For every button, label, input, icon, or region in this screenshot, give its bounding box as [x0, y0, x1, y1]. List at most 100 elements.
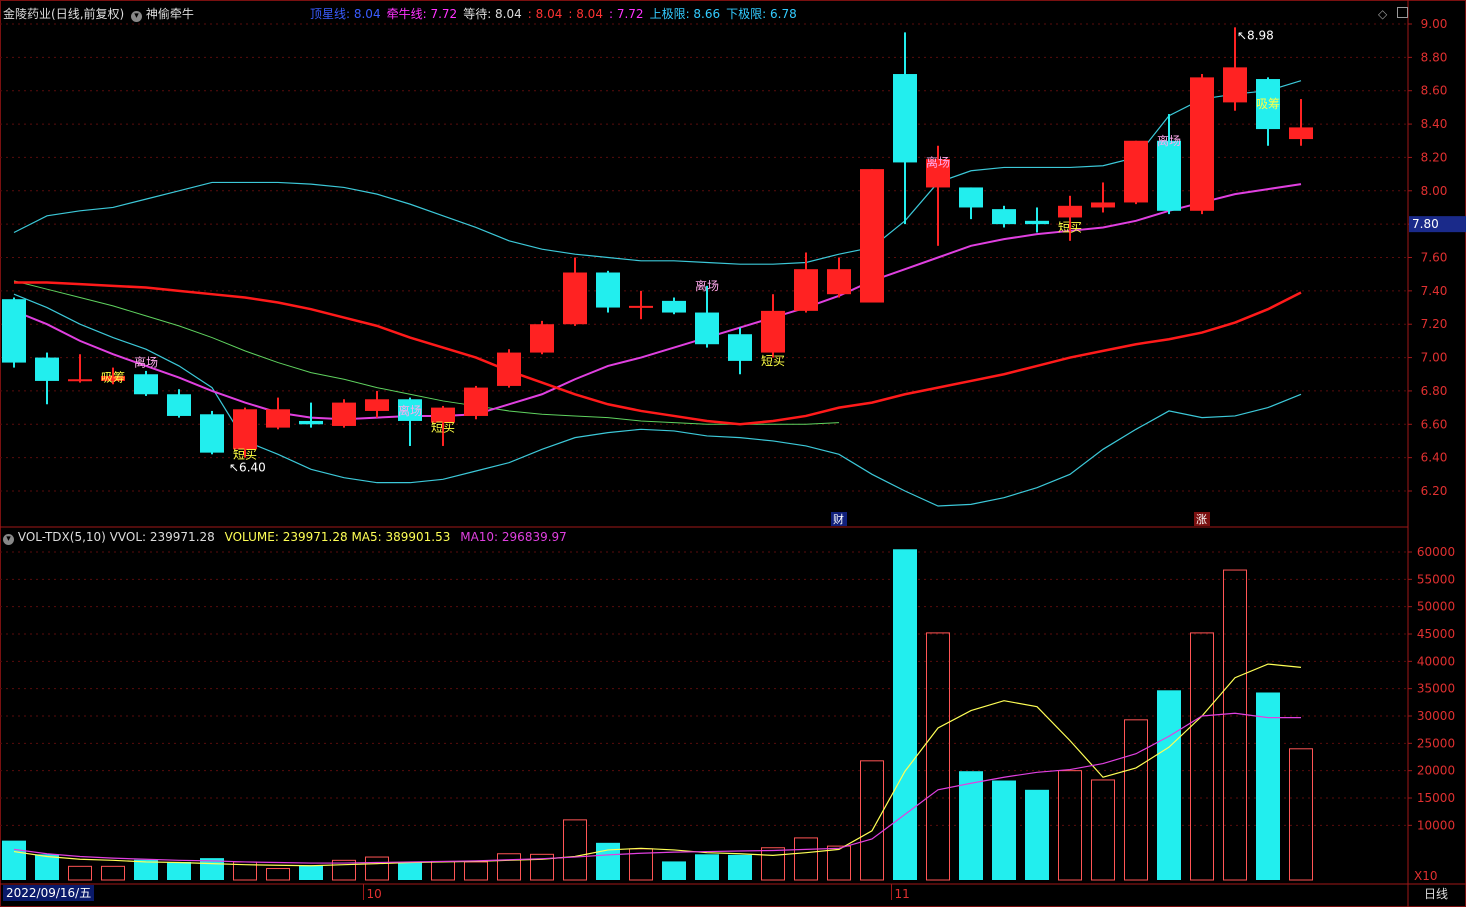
volume-bar [761, 847, 785, 881]
volume-bar [365, 856, 389, 881]
price-tick-label: 6.60 [1421, 417, 1448, 431]
indicator-dropdown-icon[interactable]: ▾ [131, 11, 143, 22]
volume-tick-label: 40000 [1417, 654, 1455, 668]
candle-body [860, 169, 884, 303]
band-lower-line [13, 293, 1302, 507]
signal-label: 短买 [1058, 220, 1082, 234]
volume-unit-label: X10 [1414, 869, 1438, 883]
volume-bar [860, 760, 884, 881]
candle-body [1223, 67, 1247, 103]
volume-tick-label: 35000 [1417, 682, 1455, 696]
indicator-readouts: 顶星线: 8.04 牵牛线: 7.72 等待: 8.04: 8.04: 8.04: … [310, 6, 803, 22]
readout-value: 6.78 [766, 7, 797, 21]
candle-body [365, 399, 389, 411]
candle-body [959, 187, 983, 208]
candle-body [35, 357, 59, 381]
readout-1: 牵牛线: 7.72 [387, 7, 458, 21]
price-tick-label: 8.20 [1421, 150, 1448, 164]
readout-6: 上极限: 8.66 [650, 7, 721, 21]
volume-tick-label: 60000 [1417, 545, 1455, 559]
high-price-label: ↖8.98 [1237, 28, 1274, 42]
candle-body [695, 312, 719, 345]
volume-tick-label: 25000 [1417, 736, 1455, 750]
volume-tick-label: 30000 [1417, 709, 1455, 723]
readout-value: 7.72 [426, 7, 458, 21]
candle-body [662, 300, 686, 313]
volume-bar [1190, 632, 1214, 881]
fin-badge: 财 [833, 512, 844, 526]
volume-bar [926, 632, 950, 881]
volume-bar [959, 771, 983, 880]
candle-body [497, 352, 521, 386]
signal-label: 离场 [1157, 133, 1181, 148]
volume-tick-label: 10000 [1417, 818, 1455, 832]
stock-chart[interactable]: 9.00 8.80 8.60 8.40 8.20 8.00 7.80 7.60 7.40 7.20… [0, 0, 1466, 907]
price-tick-label: 6.80 [1421, 384, 1448, 398]
ma10-readout: MA10: 296839.97 [460, 530, 567, 544]
volume-tick-label: 15000 [1417, 791, 1455, 805]
candle-body [1091, 202, 1115, 208]
signal-label: 离场 [695, 278, 719, 293]
candle-body [464, 387, 488, 416]
candle-body [1289, 127, 1313, 140]
diamond-icon[interactable]: ◇ [1378, 6, 1387, 22]
candle-body [563, 272, 587, 325]
stock-title: 金陵药业 [3, 7, 52, 21]
period-label: (日线,前复权) [51, 7, 125, 21]
volume-bar [266, 868, 290, 881]
volume-indicator-name[interactable]: VOL-TDX(5,10) [18, 530, 106, 544]
volume-bar [1025, 789, 1049, 880]
volume-bar [431, 860, 455, 881]
signal-label: 短买 [233, 447, 257, 461]
candle-body [1190, 77, 1214, 211]
volume-bar [299, 865, 323, 880]
readout-value: 8.04 [350, 7, 381, 21]
readout-label: 顶星线: [310, 7, 351, 21]
candle-body [794, 269, 818, 311]
volume-bar [398, 862, 422, 880]
period-button[interactable]: 日线 [1424, 886, 1448, 902]
signal-label: 离场 [926, 154, 950, 169]
price-tick-label: 7.20 [1421, 317, 1448, 331]
candle-body [827, 269, 851, 295]
price-tick-label: 7.40 [1421, 284, 1448, 298]
volume-bar [1256, 692, 1280, 880]
volume-bar [1091, 779, 1115, 881]
volume-bar [662, 861, 686, 880]
readout-0: 顶星线: 8.04 [310, 7, 381, 21]
candle-body [728, 334, 752, 361]
candle-body [1157, 140, 1181, 211]
candle-body [266, 409, 290, 428]
price-tick-label: 9.00 [1421, 17, 1448, 31]
volume-bar [1289, 748, 1313, 881]
cursor-date: 2022/09/16/五 [3, 885, 95, 901]
price-tick-label: 7.00 [1421, 351, 1448, 365]
volume-bar [464, 861, 488, 881]
candle-body [2, 299, 26, 363]
volume-bar [794, 837, 818, 881]
volume-bar [101, 865, 125, 881]
readout-4: : 8.04 [568, 7, 603, 21]
volume-bar [596, 842, 620, 880]
candle-body [68, 379, 92, 382]
volume-tick-label: 55000 [1417, 572, 1455, 586]
volume-bar [827, 845, 851, 881]
month-label: 11 [895, 887, 910, 901]
signal-label: 短买 [431, 421, 455, 435]
candle-body [761, 310, 785, 353]
volume-tick-label: 20000 [1417, 764, 1455, 778]
candle-body [134, 374, 158, 395]
band-upper-line [13, 80, 1302, 265]
month-label: 10 [367, 887, 382, 901]
volume-bar [134, 859, 158, 880]
readout-2: 等待: 8.04 [463, 7, 522, 21]
volume-ma10-line [13, 712, 1301, 864]
maximize-icon[interactable] [1397, 7, 1408, 18]
volume-bar [167, 861, 191, 880]
volume-bar [563, 819, 587, 881]
price-tick-label: 8.60 [1421, 84, 1448, 98]
indicator-name[interactable]: 神偷牵牛 [146, 7, 194, 21]
volume-bar [992, 780, 1016, 880]
readout-value: 8.04 [531, 7, 563, 21]
volume-dropdown-icon[interactable]: ▾ [3, 534, 14, 545]
